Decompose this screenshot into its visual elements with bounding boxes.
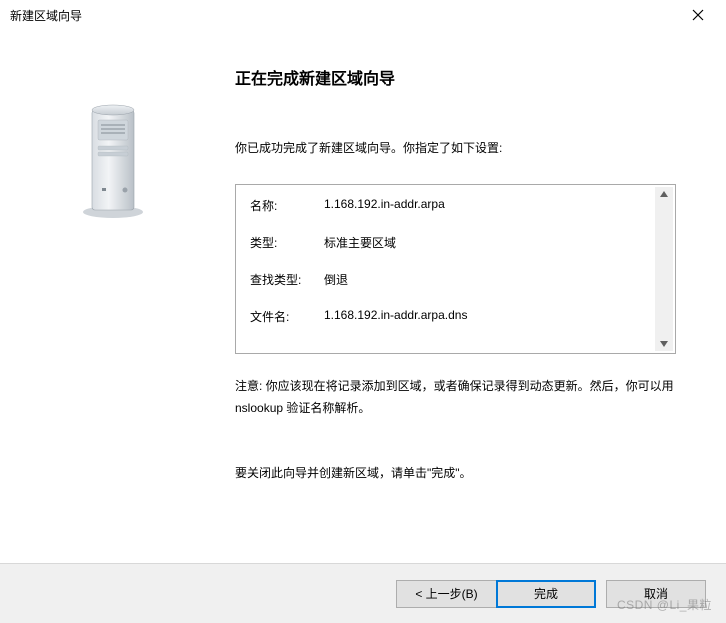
wizard-sidebar-graphic	[0, 30, 225, 560]
summary-row-filename: 文件名: 1.168.192.in-addr.arpa.dns	[250, 308, 661, 325]
note-text: 注意: 你应该现在将记录添加到区域，或者确保记录得到动态更新。然后，你可以用 n…	[235, 376, 676, 419]
summary-label: 类型:	[250, 234, 324, 251]
nav-button-group: < 上一步(B) 完成	[396, 580, 596, 608]
main-panel: 正在完成新建区域向导 你已成功完成了新建区域向导。你指定了如下设置: 名称: 1…	[225, 30, 726, 560]
summary-value: 标准主要区域	[324, 234, 661, 251]
close-button[interactable]	[678, 1, 718, 29]
button-bar: < 上一步(B) 完成 取消	[0, 563, 726, 623]
close-instruction: 要关闭此向导并创建新区域，请单击"完成"。	[235, 464, 676, 481]
summary-value: 1.168.192.in-addr.arpa	[324, 197, 661, 214]
wizard-heading: 正在完成新建区域向导	[235, 65, 676, 89]
summary-value: 1.168.192.in-addr.arpa.dns	[324, 308, 661, 325]
content-area: 正在完成新建区域向导 你已成功完成了新建区域向导。你指定了如下设置: 名称: 1…	[0, 30, 726, 560]
scroll-up-icon[interactable]	[660, 191, 668, 197]
close-icon	[692, 9, 704, 21]
finish-button[interactable]: 完成	[496, 580, 596, 608]
summary-row-name: 名称: 1.168.192.in-addr.arpa	[250, 197, 661, 214]
window-title: 新建区域向导	[10, 7, 82, 24]
back-button[interactable]: < 上一步(B)	[396, 580, 496, 608]
titlebar: 新建区域向导	[0, 0, 726, 30]
intro-text: 你已成功完成了新建区域向导。你指定了如下设置:	[235, 139, 676, 156]
summary-value: 倒退	[324, 271, 661, 288]
cancel-button[interactable]: 取消	[606, 580, 706, 608]
scroll-down-icon[interactable]	[660, 341, 668, 347]
summary-label: 查找类型:	[250, 271, 324, 288]
summary-row-lookup: 查找类型: 倒退	[250, 271, 661, 288]
summary-label: 名称:	[250, 197, 324, 214]
summary-label: 文件名:	[250, 308, 324, 325]
server-icon	[78, 100, 148, 220]
summary-box: 名称: 1.168.192.in-addr.arpa 类型: 标准主要区域 查找…	[235, 184, 676, 354]
summary-row-type: 类型: 标准主要区域	[250, 234, 661, 251]
